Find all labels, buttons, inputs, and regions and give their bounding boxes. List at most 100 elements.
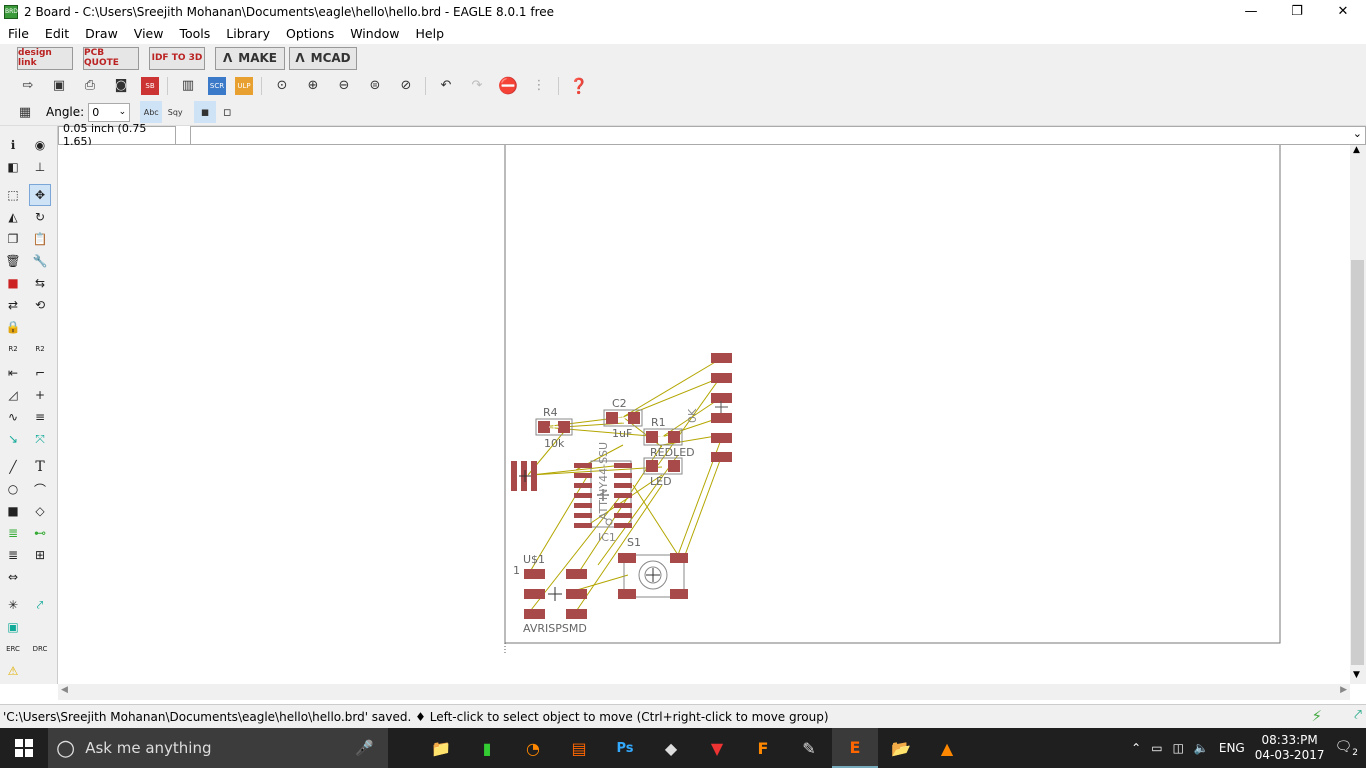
- style-icon[interactable]: ▪: [194, 101, 217, 123]
- ulp-icon[interactable]: ULP: [235, 76, 253, 95]
- save-icon[interactable]: ▣: [48, 75, 70, 97]
- wrench-icon[interactable]: 🔧: [29, 250, 51, 272]
- mcad-button[interactable]: Λ MCAD: [289, 46, 357, 70]
- zoom-select-icon[interactable]: ⊘: [395, 75, 417, 97]
- minimize-button[interactable]: —: [1228, 0, 1274, 23]
- text-orientation-sqy-button[interactable]: Sqy: [164, 101, 186, 123]
- help-icon[interactable]: ❓: [568, 75, 590, 97]
- polygon-icon[interactable]: ◇: [29, 500, 51, 522]
- close-button[interactable]: ✕: [1320, 0, 1366, 23]
- inkscape-icon[interactable]: ◆: [648, 728, 694, 768]
- name-icon[interactable]: R2: [2, 338, 24, 360]
- add-icon[interactable]: ■: [2, 272, 24, 294]
- pdf-app-icon[interactable]: ▤: [556, 728, 602, 768]
- menu-help[interactable]: Help: [408, 26, 453, 41]
- copy-icon[interactable]: ❐: [2, 228, 24, 250]
- show-icon[interactable]: ◉: [29, 134, 51, 156]
- style-alt-icon[interactable]: ▫: [216, 101, 238, 123]
- scroll-right-icon[interactable]: ▶: [1340, 685, 1347, 695]
- command-input[interactable]: ⌄: [190, 125, 1366, 145]
- chevron-up-icon[interactable]: ⌃: [1131, 741, 1141, 755]
- chevron-down-icon[interactable]: ⌄: [1353, 127, 1362, 140]
- idf-to-3d-button[interactable]: IDF TO 3D: [149, 46, 205, 70]
- undo-icon[interactable]: ↶: [435, 75, 457, 97]
- errors-warning-icon[interactable]: ⚠: [2, 660, 24, 682]
- redo-icon[interactable]: ↷: [466, 75, 488, 97]
- lock-icon[interactable]: 🔒: [2, 316, 24, 338]
- scroll-left-icon[interactable]: ◀: [61, 685, 68, 695]
- swap-icon[interactable]: ⇄: [2, 294, 24, 316]
- text-orientation-abc-button[interactable]: Abc: [140, 101, 163, 123]
- vertical-scrollbar[interactable]: ▲ ▼: [1350, 145, 1366, 684]
- split-icon[interactable]: ◿: [2, 384, 24, 406]
- pcb-quote-button[interactable]: PCB QUOTE: [83, 46, 139, 70]
- scroll-down-icon[interactable]: ▼: [1353, 670, 1360, 680]
- group-icon[interactable]: ▣: [2, 616, 24, 638]
- clock[interactable]: 08:33:PM 04-03-2017: [1255, 733, 1325, 763]
- text-icon[interactable]: T: [29, 456, 51, 478]
- zoom-previous-icon[interactable]: ⊜: [364, 75, 386, 97]
- battery-icon[interactable]: ▭: [1151, 741, 1162, 755]
- open-icon[interactable]: ⇨: [17, 75, 39, 97]
- script-icon[interactable]: SCR: [208, 76, 226, 95]
- drc-icon[interactable]: DRC: [29, 638, 51, 660]
- erc-icon[interactable]: ERC: [2, 638, 24, 660]
- menu-library[interactable]: Library: [218, 26, 278, 41]
- onedrive-folder-icon[interactable]: 📂: [878, 728, 924, 768]
- arc-icon[interactable]: ⌒: [29, 478, 51, 500]
- autorouter-icon[interactable]: ⤤: [29, 594, 51, 616]
- scroll-up-icon[interactable]: ▲: [1353, 145, 1360, 155]
- menu-window[interactable]: Window: [342, 26, 407, 41]
- layers-icon[interactable]: ◧: [2, 156, 24, 178]
- volume-icon[interactable]: 🔈: [1194, 741, 1209, 755]
- route-status-icon[interactable]: ⤤: [1354, 707, 1362, 723]
- value-icon[interactable]: R2: [29, 338, 51, 360]
- menu-tools[interactable]: Tools: [171, 26, 218, 41]
- library-icon[interactable]: ▥: [177, 75, 199, 97]
- grid-icon[interactable]: ▦: [14, 101, 36, 123]
- stop-icon[interactable]: ⛔: [497, 75, 519, 97]
- circle-icon[interactable]: ○: [2, 478, 24, 500]
- route-multiple-icon[interactable]: ≡: [29, 406, 51, 428]
- cam-icon[interactable]: ◙: [110, 75, 132, 97]
- zoom-fit-icon[interactable]: ⊙: [271, 75, 293, 97]
- smash-icon[interactable]: ⇤: [2, 362, 24, 384]
- design-app-icon[interactable]: ✎: [786, 728, 832, 768]
- make-button[interactable]: Λ MAKE: [215, 46, 285, 70]
- action-center-icon[interactable]: 🗨2: [1334, 739, 1358, 758]
- menu-view[interactable]: View: [126, 26, 172, 41]
- mirror-icon[interactable]: ◭: [2, 206, 24, 228]
- replace-icon[interactable]: ⇆: [29, 272, 51, 294]
- blender-icon[interactable]: ◔: [510, 728, 556, 768]
- fusion-app-icon[interactable]: F: [740, 728, 786, 768]
- sch-brd-switch-icon[interactable]: SB: [141, 76, 159, 95]
- cortana-search-box[interactable]: ○ Ask me anything 🎤: [48, 728, 388, 768]
- rotate-icon[interactable]: ↻: [29, 206, 51, 228]
- print-icon[interactable]: ⎙: [79, 75, 101, 97]
- move-icon[interactable]: ✥: [29, 184, 51, 206]
- zoom-in-icon[interactable]: ⊕: [302, 75, 324, 97]
- fusion-sync-icon[interactable]: ⚡: [1311, 707, 1322, 725]
- cylinder-app-icon[interactable]: ▮: [464, 728, 510, 768]
- menu-options[interactable]: Options: [278, 26, 342, 41]
- change-icon[interactable]: ⟲: [29, 294, 51, 316]
- route-icon[interactable]: ↘: [2, 428, 24, 450]
- go-icon[interactable]: ⋮: [528, 75, 550, 97]
- file-explorer-icon[interactable]: 📁: [418, 728, 464, 768]
- dimension-icon[interactable]: ⇔: [2, 566, 24, 588]
- attribute-icon[interactable]: ⊞: [29, 544, 51, 566]
- menu-edit[interactable]: Edit: [37, 26, 77, 41]
- info-icon[interactable]: ℹ: [2, 134, 24, 156]
- eagle-taskbar-icon[interactable]: E: [832, 728, 878, 768]
- zoom-out-icon[interactable]: ⊖: [333, 75, 355, 97]
- menu-draw[interactable]: Draw: [77, 26, 126, 41]
- photoshop-icon[interactable]: Ps: [602, 728, 648, 768]
- ripup-icon[interactable]: ⤧: [29, 428, 51, 450]
- maximize-button[interactable]: ❐: [1274, 0, 1320, 23]
- meander-icon[interactable]: ∿: [2, 406, 24, 428]
- language-indicator[interactable]: ENG: [1219, 741, 1245, 755]
- miter-icon[interactable]: ⌐: [29, 362, 51, 384]
- microphone-icon[interactable]: 🎤: [355, 739, 374, 757]
- select-icon[interactable]: ⬚: [2, 184, 24, 206]
- vlc-icon[interactable]: ▲: [924, 728, 970, 768]
